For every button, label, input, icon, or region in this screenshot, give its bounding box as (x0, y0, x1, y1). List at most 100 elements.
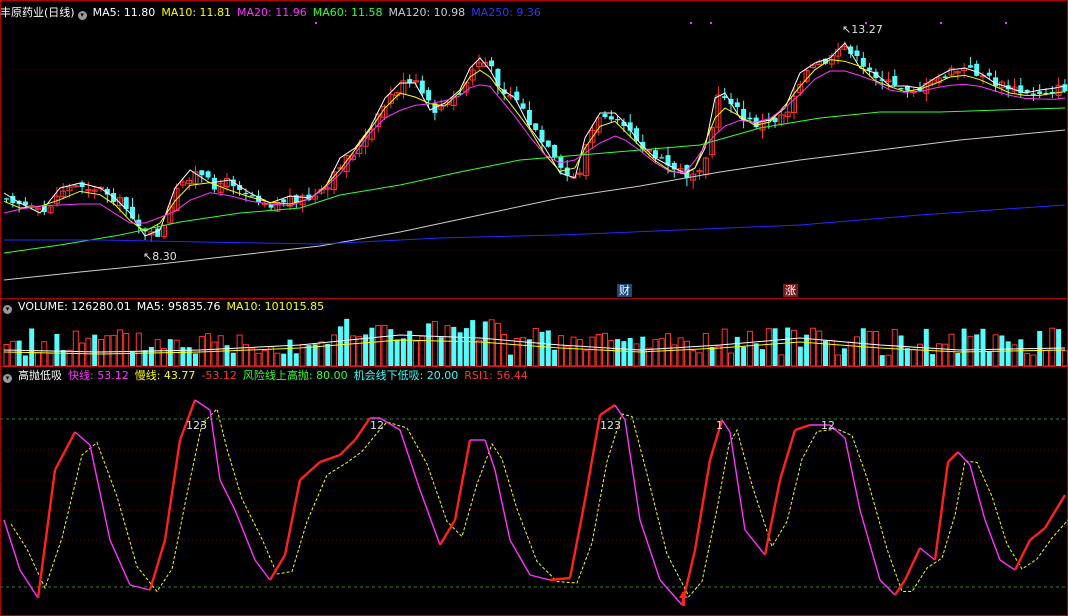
candlesticks[interactable] (4, 41, 1068, 242)
volume-bar (249, 347, 256, 367)
volume-bar (66, 349, 73, 367)
fast-line-segment (399, 429, 421, 491)
volume-bar (325, 343, 331, 366)
volume-bar (79, 342, 86, 367)
candle-body (205, 171, 211, 178)
volume-bar (1030, 354, 1037, 367)
volume-settings-icon[interactable]: ▾ (3, 305, 12, 314)
low-price-label: ↖8.30 (143, 250, 177, 263)
candle-body (892, 76, 898, 86)
volume-bar (715, 345, 722, 367)
candle-body (986, 72, 992, 76)
candle-body (407, 79, 413, 83)
volume-bar (230, 352, 236, 366)
volume-bar (463, 328, 469, 366)
fast-line-segment (624, 419, 641, 521)
fast-line-segment (268, 554, 287, 581)
volume-bar (104, 335, 111, 367)
candle-body (268, 204, 274, 208)
fast-line-segment (163, 439, 182, 541)
volume-bar (753, 343, 759, 366)
fast-line-segment (933, 461, 950, 561)
volume-bar (1056, 329, 1062, 366)
osc-label-3: 风险线上高抛: 80.00 (242, 369, 348, 382)
candle-body (602, 113, 608, 118)
signal-dot (1005, 22, 1007, 24)
signal-dot (940, 22, 942, 24)
settings-icon[interactable]: ▾ (77, 11, 87, 20)
volume-bar (785, 327, 791, 366)
volume-bar (935, 343, 942, 367)
ma-label-3: MA60: 11.58 (312, 6, 383, 19)
volume-bar (841, 348, 847, 366)
volume-bar (576, 339, 583, 367)
volume-bar (451, 326, 457, 366)
volume-bar (47, 352, 54, 367)
fast-line-segment (1013, 539, 1032, 571)
volume-bar (407, 330, 413, 366)
ma-label-2: MA20: 11.96 (237, 6, 307, 19)
ma5-line (3, 42, 1066, 237)
volume-bar (293, 353, 299, 366)
volume-bar (992, 334, 999, 367)
fast-line-segment (947, 451, 959, 463)
fast-line-segment (729, 431, 746, 531)
candle-body (539, 129, 545, 143)
volume-bar (891, 328, 898, 367)
volume-bar (211, 341, 218, 367)
candle-body (1030, 93, 1036, 95)
volume-bar (508, 354, 513, 366)
candle-body (615, 119, 621, 121)
volume-bar (431, 320, 438, 367)
volume-bar (765, 328, 772, 367)
volume-bar (683, 340, 690, 367)
candle-body (608, 116, 614, 120)
fast-line-segment (319, 453, 341, 464)
volume-bar (331, 334, 338, 367)
volume-bar (363, 334, 369, 366)
volume-indicator-list: MA5: 95835.76 MA10: 101015.85 (137, 300, 330, 313)
volume-bar (980, 328, 986, 366)
fast-line-segment (509, 539, 531, 576)
limit-up-tag[interactable]: 涨 (783, 284, 798, 297)
candle-body (967, 65, 973, 68)
volume-bar (866, 330, 873, 367)
volume-bars[interactable] (3, 318, 1068, 367)
candle-body (243, 192, 249, 195)
volume-bar (583, 350, 590, 367)
volume-bar (123, 333, 130, 367)
volume-bar (130, 351, 135, 366)
volume-bar (633, 343, 640, 367)
ma250-line (4, 204, 1066, 245)
fast-line-segment (763, 479, 782, 556)
volume-bar (148, 346, 154, 366)
volume-bar (513, 338, 520, 367)
financial-report-tag[interactable]: 财 (617, 284, 632, 297)
fast-line-segment (969, 464, 986, 521)
volume-bar (388, 329, 394, 366)
volume-title: VOLUME: 126280.01 (18, 300, 131, 313)
fast-line-segment (254, 559, 271, 581)
fast-line-segment (583, 414, 602, 501)
oscillator-indicator-list: 快线: 53.12 慢线: 43.77 -53.12 风险线上高抛: 80.00 机会线… (68, 369, 534, 382)
candle-body (1037, 91, 1043, 94)
candle-body (659, 157, 665, 159)
fast-line-segment (3, 519, 21, 571)
moving-average-lines (3, 22, 1066, 281)
volume-bar (854, 336, 860, 367)
fast-line-segment (957, 451, 971, 466)
candle-body (199, 170, 205, 176)
candle-body (867, 67, 873, 71)
high-price-label: ↖13.27 (842, 23, 883, 36)
ma-label-4: MA120: 10.98 (388, 6, 466, 19)
candle-body (520, 103, 526, 109)
price-panel-header: 丰原药业(日线) ▾ MA5: 11.80 MA10: 11.81 MA20: 11.9… (0, 5, 553, 21)
volume-bar (967, 335, 974, 367)
volume-bar (961, 328, 967, 366)
fast-line-segment (74, 431, 91, 446)
oscillator-settings-icon[interactable]: ▾ (3, 374, 12, 383)
osc-label-4: 机会线下低吸: 20.00 (353, 369, 459, 382)
fast-line-segment (639, 519, 661, 581)
volume-bar (696, 352, 703, 367)
volume-bar (1024, 353, 1031, 367)
